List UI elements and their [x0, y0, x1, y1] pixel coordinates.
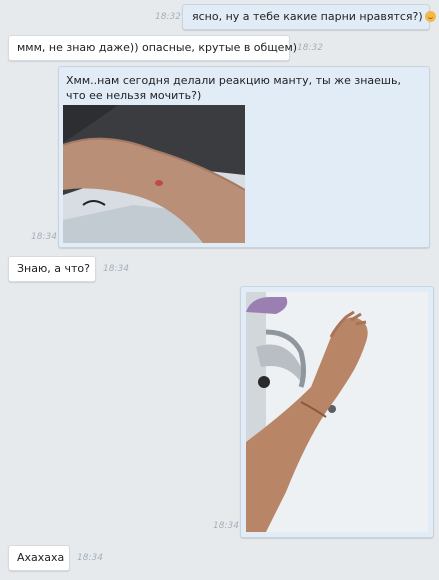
message-text: Ахахаха	[17, 551, 65, 564]
sink-photo[interactable]	[246, 292, 428, 532]
outgoing-message[interactable]	[240, 286, 434, 538]
message-time: 18:32	[155, 12, 181, 22]
message-text: ясно, ну а тебе какие парни нравятся?)	[192, 10, 423, 23]
message-time: 18:34	[213, 521, 239, 531]
smiling-face-icon	[424, 11, 436, 22]
forearm-image	[63, 105, 245, 243]
incoming-message[interactable]: Знаю, а что?	[8, 256, 96, 282]
message-time: 18:34	[77, 553, 103, 563]
incoming-message[interactable]: ммм, не знаю даже)) опасные, крутые в об…	[8, 35, 297, 61]
message-text: ммм, не знаю даже)) опасные, крутые в об…	[17, 41, 298, 54]
arm-over-sink-image	[246, 292, 428, 532]
outgoing-message[interactable]: ясно, ну а тебе какие парни нравятся?)	[182, 4, 436, 30]
chat-screen: { "messages": [ {"text": "ясно, ну а теб…	[0, 0, 439, 580]
message-time: 18:34	[31, 232, 57, 242]
forearm-photo[interactable]	[63, 105, 245, 243]
message-text: Знаю, а что?	[17, 262, 90, 275]
message-time: 18:34	[103, 264, 129, 274]
message-text: Хмм..нам сегодня делали реакцию манту, т…	[66, 74, 401, 102]
incoming-message[interactable]: Ахахаха	[8, 545, 70, 571]
message-time: 18:32	[297, 43, 323, 53]
outgoing-message[interactable]: Хмм..нам сегодня делали реакцию манту, т…	[58, 66, 430, 248]
